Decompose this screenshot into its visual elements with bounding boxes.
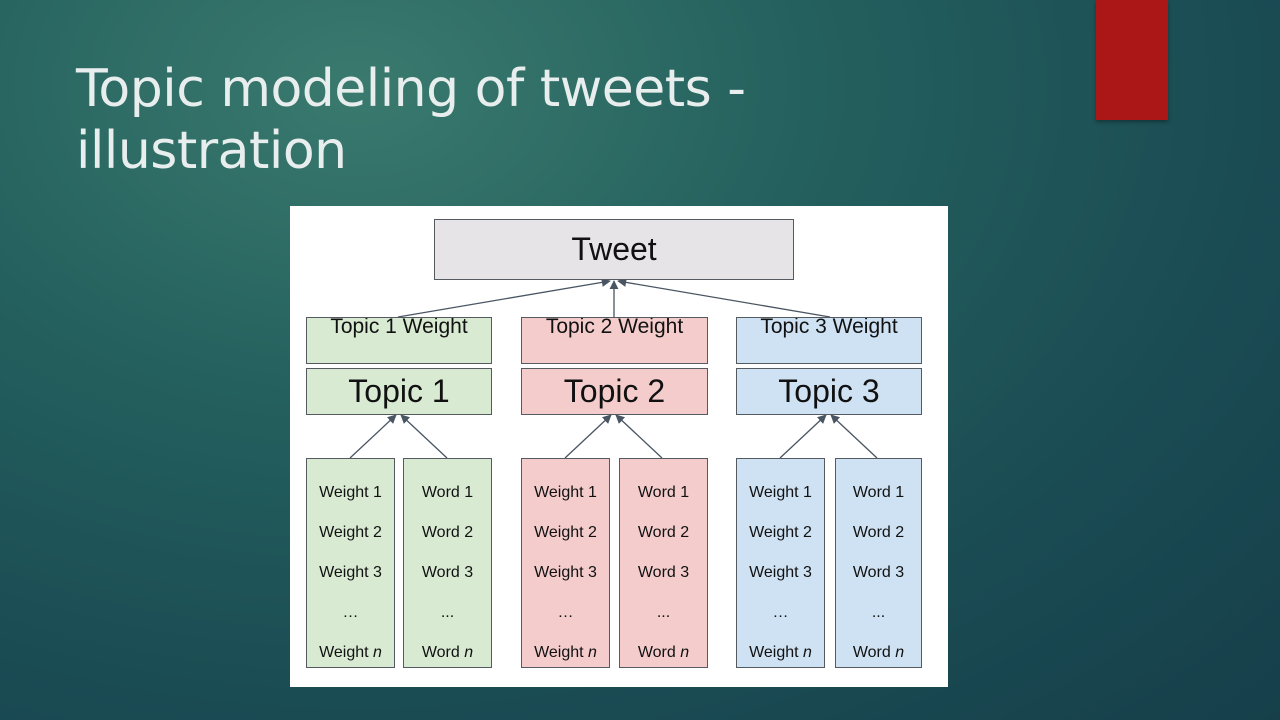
list-item: Weight 3	[749, 564, 812, 581]
connector-weights2-to-topic2	[564, 414, 612, 459]
accent-bar	[1096, 0, 1168, 120]
list-item: Word 1	[637, 484, 690, 501]
connector-weights1-to-topic1	[349, 414, 397, 459]
topic-weight-node: Topic 2 Weight	[521, 317, 708, 364]
list-item: Word 2	[852, 524, 905, 541]
list-item: …	[342, 604, 359, 621]
list-item: Word n	[637, 644, 690, 661]
connector-words2-to-topic2	[615, 414, 663, 459]
list-item: Word n	[421, 644, 474, 661]
weights-column: Weight 1 Weight 2 Weight 3 … Weight n	[521, 458, 610, 668]
slide-title: Topic modeling of tweets - illustration	[76, 59, 746, 181]
topic-node: Topic 1	[306, 368, 492, 415]
topic-weight-label: Topic 2 Weight	[545, 317, 684, 338]
weights-column: Weight 1 Weight 2 Weight 3 … Weight n	[736, 458, 825, 668]
words-column: Word 1 Word 2 Word 3 ... Word n	[403, 458, 492, 668]
list-item: Word 3	[852, 564, 905, 581]
list-item: …	[557, 604, 574, 621]
connector-words3-to-topic3	[830, 414, 878, 459]
topic-node: Topic 2	[521, 368, 708, 415]
list-item: ...	[871, 604, 886, 621]
weights-column: Weight 1 Weight 2 Weight 3 … Weight n	[306, 458, 395, 668]
words-column: Word 1 Word 2 Word 3 ... Word n	[619, 458, 708, 668]
list-item: Word 3	[637, 564, 690, 581]
tweet-node: Tweet	[434, 219, 794, 280]
list-item: Weight 1	[319, 484, 382, 501]
topic-weight-label: Topic 3 Weight	[760, 317, 898, 338]
list-item: Word n	[852, 644, 905, 661]
connector-words1-to-topic1	[400, 414, 448, 459]
list-item: Word 3	[421, 564, 474, 581]
topic-model-diagram: Tweet Topic 1 Weight Topic 1 Topic 2 Wei…	[290, 206, 948, 687]
list-item: Word 1	[421, 484, 474, 501]
list-item: Weight n	[319, 644, 382, 661]
connector-topic1-to-tweet	[397, 277, 611, 318]
list-item: ...	[440, 604, 455, 621]
topic-node: Topic 3	[736, 368, 922, 415]
list-item: Weight 3	[534, 564, 597, 581]
connector-weights3-to-topic3	[779, 414, 827, 459]
list-item: Weight 2	[534, 524, 597, 541]
connector-topic3-to-tweet	[617, 277, 831, 318]
list-item: Weight 1	[749, 484, 812, 501]
topic-weight-node: Topic 3 Weight	[736, 317, 922, 364]
list-item: ...	[656, 604, 671, 621]
topic-weight-label: Topic 1 Weight	[330, 317, 468, 338]
list-item: …	[772, 604, 789, 621]
list-item: Word 2	[637, 524, 690, 541]
list-item: Weight n	[749, 644, 812, 661]
topic-weight-node: Topic 1 Weight	[306, 317, 492, 364]
list-item: Weight 2	[319, 524, 382, 541]
list-item: Word 1	[852, 484, 905, 501]
list-item: Weight 2	[749, 524, 812, 541]
words-column: Word 1 Word 2 Word 3 ... Word n	[835, 458, 922, 668]
list-item: Weight 1	[534, 484, 597, 501]
list-item: Weight 3	[319, 564, 382, 581]
list-item: Weight n	[534, 644, 597, 661]
list-item: Word 2	[421, 524, 474, 541]
